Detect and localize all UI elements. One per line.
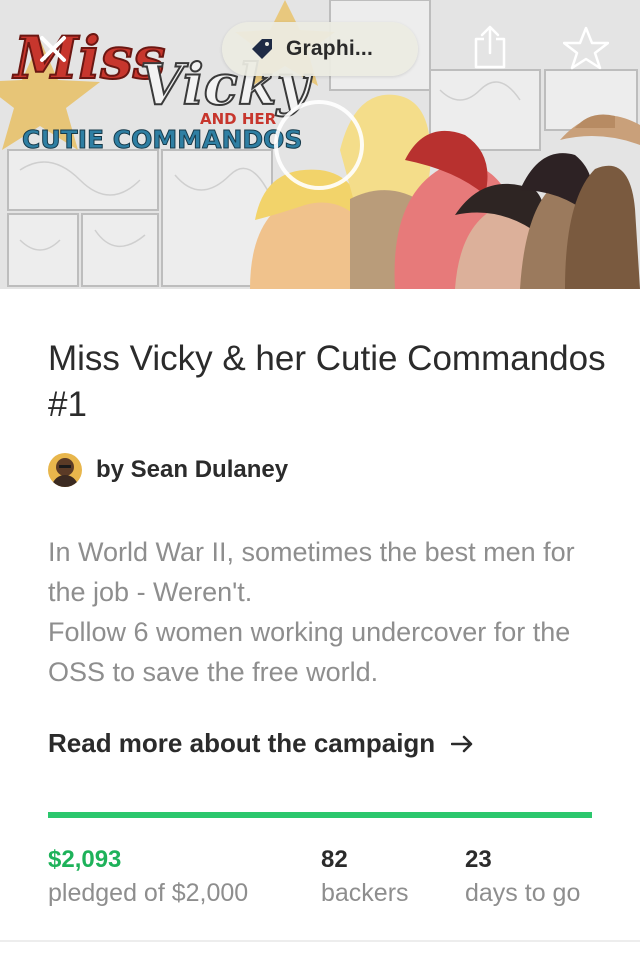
pledged-label: pledged of $2,000 <box>48 879 249 907</box>
funding-progress-fill <box>48 812 592 818</box>
days-label: days to go <box>465 879 581 907</box>
days-value: 23 <box>465 846 492 873</box>
backers-value: 82 <box>321 846 348 873</box>
share-button[interactable] <box>468 22 512 72</box>
pledged-value: $2,093 <box>48 846 122 873</box>
blurb-line-1: In World War II, sometimes the best men … <box>48 537 575 607</box>
arrow-right-icon <box>451 735 473 752</box>
funding-stats: $2,093 pledged of $2,000 82 backers 23 d… <box>48 845 608 915</box>
project-hero: Miss Vicky AND HER CUTIE COMMANDOS Graph… <box>0 0 640 289</box>
star-icon <box>563 26 609 70</box>
play-button-icon <box>302 126 336 164</box>
creator-avatar <box>48 453 82 487</box>
close-button[interactable] <box>30 26 76 72</box>
project-details: Miss Vicky & her Cutie Commandos #1 by S… <box>48 336 608 759</box>
share-icon <box>474 25 506 69</box>
section-divider <box>0 940 640 942</box>
blurb-line-2: Follow 6 women working undercover for th… <box>48 617 571 687</box>
creator-row[interactable]: by Sean Dulaney <box>48 450 608 490</box>
play-video-button[interactable] <box>274 100 364 190</box>
close-icon <box>40 36 66 62</box>
backers-label: backers <box>321 879 409 907</box>
project-blurb: In World War II, sometimes the best men … <box>48 532 588 692</box>
project-title: Miss Vicky & her Cutie Commandos #1 <box>48 339 606 424</box>
read-more-label: Read more about the campaign <box>48 728 436 758</box>
creator-name: by Sean Dulaney <box>96 456 289 483</box>
save-star-button[interactable] <box>560 22 612 74</box>
tag-icon <box>252 39 272 59</box>
stat-backers: 82 backers <box>321 845 409 909</box>
read-more-link[interactable]: Read more about the campaign <box>48 728 608 759</box>
stat-days: 23 days to go <box>465 845 580 909</box>
category-label: Graphi... <box>286 37 373 60</box>
logo-cutie-commandos: CUTIE COMMANDOS <box>22 125 302 154</box>
funding-progress-bar <box>48 812 592 818</box>
hero-toolbar: Graphi... <box>0 0 640 100</box>
category-pill[interactable]: Graphi... <box>222 22 418 76</box>
stat-pledged: $2,093 pledged of $2,000 <box>48 845 248 909</box>
